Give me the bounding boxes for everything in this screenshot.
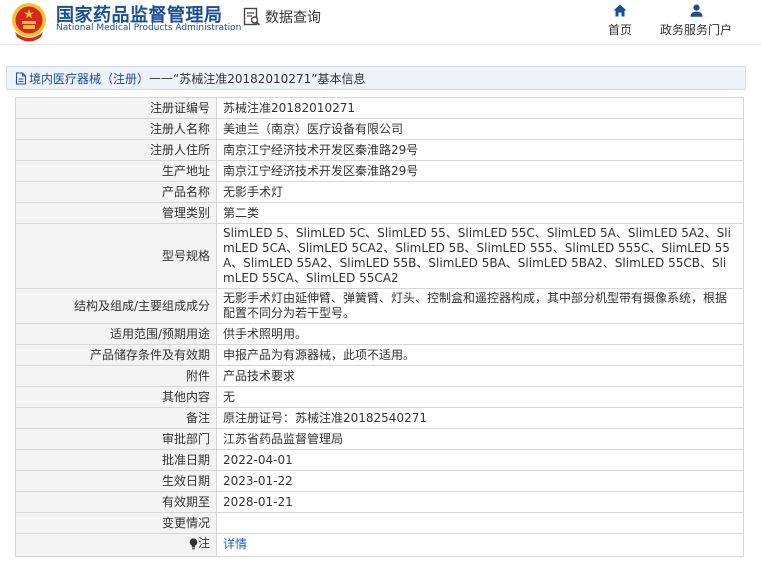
nav-home[interactable]: 首页 [603,4,637,38]
table-row: 批准日期 2022-04-01 [15,449,744,471]
data-query-link[interactable]: 数据查询 [243,7,321,27]
site-logo-subtitle[interactable]: National Medical Products Administration [56,23,241,33]
field-label: 适用范围/预期用途 [15,323,217,345]
record-title-bar: 境内医疗器械（注册） —— “苏械注准20182010271” 基本信息 [6,66,746,90]
field-label: 批准日期 [15,449,217,471]
field-value: 产品技术要求 [216,365,744,387]
note-label: 注 [15,533,217,557]
nav-gov-service-label: 政务服务门户 [659,23,732,37]
field-value: 无影手术灯由延伸臂、弹簧臂、灯头、控制盒和遥控器构成，其中部分机型带有摄像系统，… [216,288,744,324]
table-row: 适用范围/预期用途 供手术照明用。 [15,323,744,345]
field-label: 注册人名称 [15,118,217,140]
field-label: 管理类别 [15,202,217,224]
table-row: 产品名称 无影手术灯 [15,181,744,203]
title-suffix: 基本信息 [317,71,366,86]
table-row: 产品储存条件及有效期 申报产品为有源器械，此项不适用。 [15,344,744,366]
field-label: 注册证编号 [15,97,217,119]
field-value: 2028-01-21 [216,491,744,513]
field-value: SlimLED 5、SlimLED 5C、SlimLED 55、SlimLED … [216,223,744,289]
table-row: 结构及组成/主要组成成分 无影手术灯由延伸臂、弹簧臂、灯头、控制盒和遥控器构成，其… [15,288,744,324]
field-label: 备注 [15,407,217,429]
site-header: 国家药品监督管理局 National Medical Products Admi… [0,0,761,52]
field-value: 2022-04-01 [216,449,744,471]
field-value: 苏械注准20182010271 [216,97,744,119]
note-value: 详情 [216,533,744,557]
title-separator: —— [149,71,174,85]
detail-link[interactable]: 详情 [223,537,247,551]
record-category-link[interactable]: 境内医疗器械（注册） [29,70,149,87]
document-icon [15,71,27,85]
table-row: 注册人住所 南京江宁经济技术开发区秦淮路29号 [15,139,744,161]
table-row: 变更情况 [15,512,744,534]
national-emblem-icon[interactable] [10,2,48,42]
field-value: 原注册证号：苏械注准20182540271 [216,407,744,429]
document-search-icon [243,7,261,26]
field-value: 美迪兰（南京）医疗设备有限公司 [216,118,744,140]
field-value: 申报产品为有源器械，此项不适用。 [216,344,744,366]
table-row-note: 注 详情 [15,533,744,557]
table-row: 生产地址 南京江宁经济技术开发区秦淮路29号 [15,160,744,182]
field-label: 有效期至 [15,491,217,513]
field-value: 南京江宁经济技术开发区秦淮路29号 [216,139,744,161]
table-row: 管理类别 第二类 [15,202,744,224]
field-value: 2023-01-22 [216,470,744,492]
field-label: 生效日期 [15,470,217,492]
field-value: 无 [216,386,744,408]
field-label: 审批部门 [15,428,217,450]
field-label: 型号规格 [15,223,217,289]
table-row: 型号规格 SlimLED 5、SlimLED 5C、SlimLED 55、Slim… [15,223,744,289]
nav-home-label: 首页 [607,23,632,37]
table-row: 附件 产品技术要求 [15,365,744,387]
data-query-label: 数据查询 [265,10,321,26]
table-row: 有效期至 2028-01-21 [15,491,744,513]
field-value: 无影手术灯 [216,181,744,203]
field-label: 生产地址 [15,160,217,182]
record-number-title: “苏械注准20182010271” [173,71,318,86]
field-value: 南京江宁经济技术开发区秦淮路29号 [216,160,744,182]
field-label: 注册人住所 [15,139,217,161]
table-row: 审批部门 江苏省药品监督管理局 [15,428,744,450]
header-divider [0,44,761,45]
table-row: 注册人名称 美迪兰（南京）医疗设备有限公司 [15,118,744,140]
bulb-icon [189,537,198,549]
table-row: 生效日期 2023-01-22 [15,470,744,492]
field-label: 产品名称 [15,181,217,203]
field-label: 附件 [15,365,217,387]
nav-gov-service[interactable]: 政务服务门户 [656,4,736,38]
field-label: 结构及组成/主要组成成分 [15,288,217,324]
field-label: 产品储存条件及有效期 [15,344,217,366]
field-value [216,512,744,534]
user-icon [690,4,702,17]
device-info-table: 注册证编号 苏械注准20182010271 注册人名称 美迪兰（南京）医疗设备有限公… [15,97,744,557]
table-row: 其他内容无 [15,386,744,408]
table-row: 注册证编号 苏械注准20182010271 [15,97,744,119]
note-key-text: 注 [197,536,210,550]
field-value: 第二类 [216,202,744,224]
field-label: 其他内容 [15,386,217,408]
field-value: 供手术照明用。 [216,323,744,345]
field-label: 变更情况 [15,512,217,534]
home-icon [613,4,627,17]
field-value: 江苏省药品监督管理局 [216,428,744,450]
table-row: 备注 原注册证号：苏械注准20182540271 [15,407,744,429]
